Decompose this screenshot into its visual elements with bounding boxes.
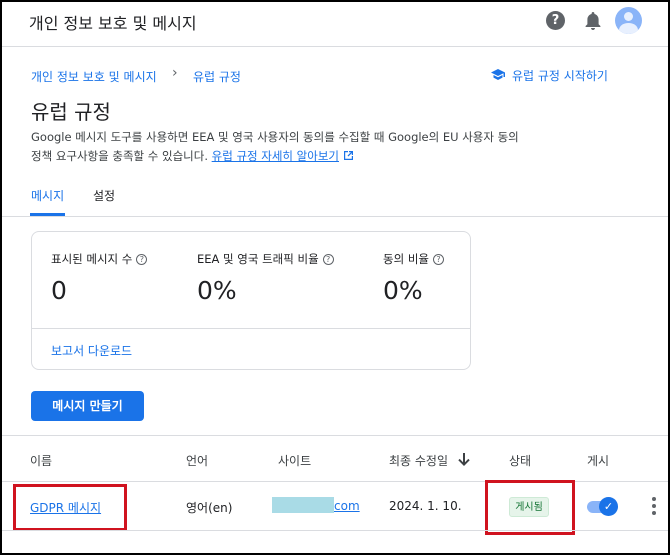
page-title: 유럽 규정: [31, 100, 111, 124]
tabs-divider: [2, 216, 668, 217]
message-name-link[interactable]: GDPR 메시지: [30, 499, 101, 516]
breadcrumb-current[interactable]: 유럽 규정: [193, 68, 241, 85]
stat-value-messages-shown: 0: [51, 276, 67, 305]
school-icon: [490, 68, 506, 84]
table-top-border: [2, 435, 668, 436]
tab-messages[interactable]: 메시지: [31, 187, 64, 204]
column-header-publish[interactable]: 게시: [587, 452, 609, 469]
download-report-link[interactable]: 보고서 다운로드: [51, 342, 132, 359]
page-description: Google 메시지 도구를 사용하면 EEA 및 영국 사용자의 동의를 수집…: [31, 128, 551, 166]
stat-value-traffic-ratio: 0%: [197, 276, 237, 305]
help-outline-icon[interactable]: ?: [432, 253, 444, 265]
create-message-button[interactable]: 메시지 만들기: [31, 391, 144, 421]
column-header-language[interactable]: 언어: [186, 452, 208, 469]
column-header-modified[interactable]: 최종 수정일: [389, 452, 448, 469]
column-header-site[interactable]: 사이트: [278, 452, 311, 469]
message-site-link[interactable]: com: [334, 499, 360, 513]
column-header-status[interactable]: 상태: [509, 452, 531, 469]
arrow-down-icon[interactable]: [457, 452, 471, 471]
start-guide-label: 유럽 규정 시작하기: [512, 69, 608, 83]
stat-label-consent-ratio: 동의 비율 ?: [383, 251, 444, 267]
breadcrumb-separator: ›: [172, 65, 178, 81]
help-icon[interactable]: ?: [546, 11, 565, 30]
column-header-name[interactable]: 이름: [30, 452, 52, 469]
message-language: 영어(en): [186, 501, 233, 515]
redacted-site-domain: [272, 497, 334, 513]
table-row-divider: [2, 530, 668, 531]
bell-icon[interactable]: [584, 11, 602, 31]
start-guide-link[interactable]: 유럽 규정 시작하기: [490, 67, 608, 84]
status-badge: 게시됨: [509, 497, 549, 517]
open-in-new-icon: [343, 149, 354, 163]
help-outline-icon[interactable]: ?: [136, 253, 148, 265]
message-modified-date: 2024. 1. 10.: [389, 499, 462, 513]
app-title: 개인 정보 보호 및 메시지: [29, 14, 197, 33]
learn-more-link[interactable]: 유럽 규정 자세히 알아보기: [212, 149, 339, 163]
help-outline-icon[interactable]: ?: [322, 253, 334, 265]
card-divider: [32, 328, 470, 329]
stat-value-consent-ratio: 0%: [383, 276, 423, 305]
stat-label-traffic-ratio: EEA 및 영국 트래픽 비율 ?: [197, 251, 334, 267]
description-line-1: Google 메시지 도구를 사용하면 EEA 및 영국 사용자의 동의를 수집…: [31, 130, 519, 144]
breadcrumb-parent[interactable]: 개인 정보 보호 및 메시지: [31, 68, 157, 85]
stat-label-messages-shown: 표시된 메시지 수 ?: [51, 251, 148, 267]
more-vert-icon[interactable]: [652, 497, 656, 515]
check-icon[interactable]: ✓: [599, 497, 618, 516]
description-line-2: 정책 요구사항을 충족할 수 있습니다.: [31, 149, 208, 163]
tab-settings[interactable]: 설정: [93, 187, 115, 204]
account-avatar[interactable]: [615, 7, 642, 34]
